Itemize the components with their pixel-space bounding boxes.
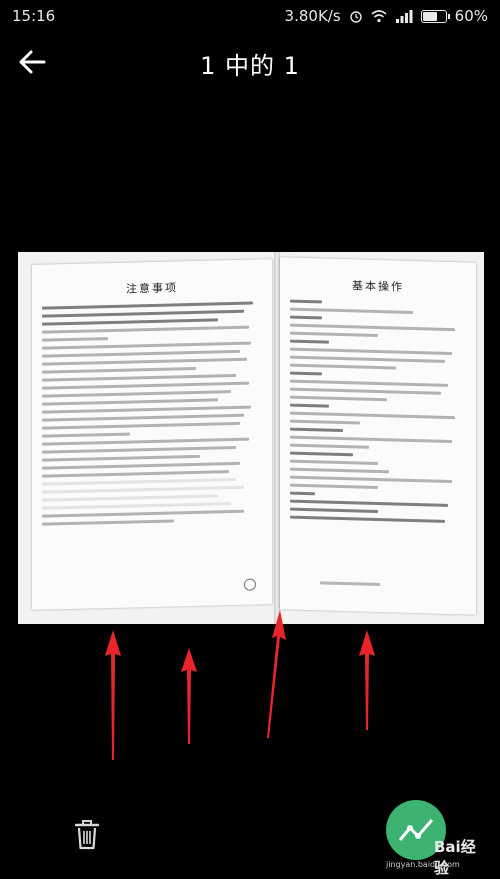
status-bar: 15:16 3.80K/s 60%: [0, 0, 500, 32]
watermark-brand: Bai经验: [434, 838, 476, 877]
network-speed: 3.80K/s: [284, 7, 341, 25]
manual-left-page: 注意事项: [32, 259, 272, 610]
red-arrow-3: [267, 610, 286, 738]
trash-icon: [74, 820, 100, 850]
top-bar: 1 中的 1: [0, 32, 500, 92]
red-arrow-4: [359, 630, 375, 730]
manual-right-page: 基本操作: [280, 257, 476, 615]
signal-icon: [395, 10, 413, 23]
page-title: 1 中的 1: [200, 52, 300, 80]
red-arrow-1: [105, 630, 121, 760]
alarm-icon: [349, 11, 362, 23]
battery-percent: 60%: [454, 7, 488, 25]
document-photo[interactable]: 注意事项 基本操作: [18, 252, 484, 624]
red-arrow-2: [181, 648, 197, 744]
status-time: 15:16: [12, 7, 56, 25]
right-page-text-lines: [290, 299, 466, 529]
right-page-title: 基本操作: [352, 279, 404, 294]
watermark-domain: jingyan.baidu.com: [386, 860, 460, 869]
left-page-title: 注意事项: [126, 281, 178, 296]
battery-icon: [420, 9, 450, 23]
page-number-badge: [244, 578, 256, 591]
delete-button[interactable]: [73, 818, 101, 850]
left-page-text-lines: [42, 301, 262, 530]
url-footer: [320, 581, 380, 587]
status-indicators: 3.80K/s 60%: [285, 7, 488, 25]
baidu-jingyan-watermark: Bai经验 jingyan.baidu.com: [386, 800, 486, 877]
wifi-icon: [371, 10, 387, 23]
